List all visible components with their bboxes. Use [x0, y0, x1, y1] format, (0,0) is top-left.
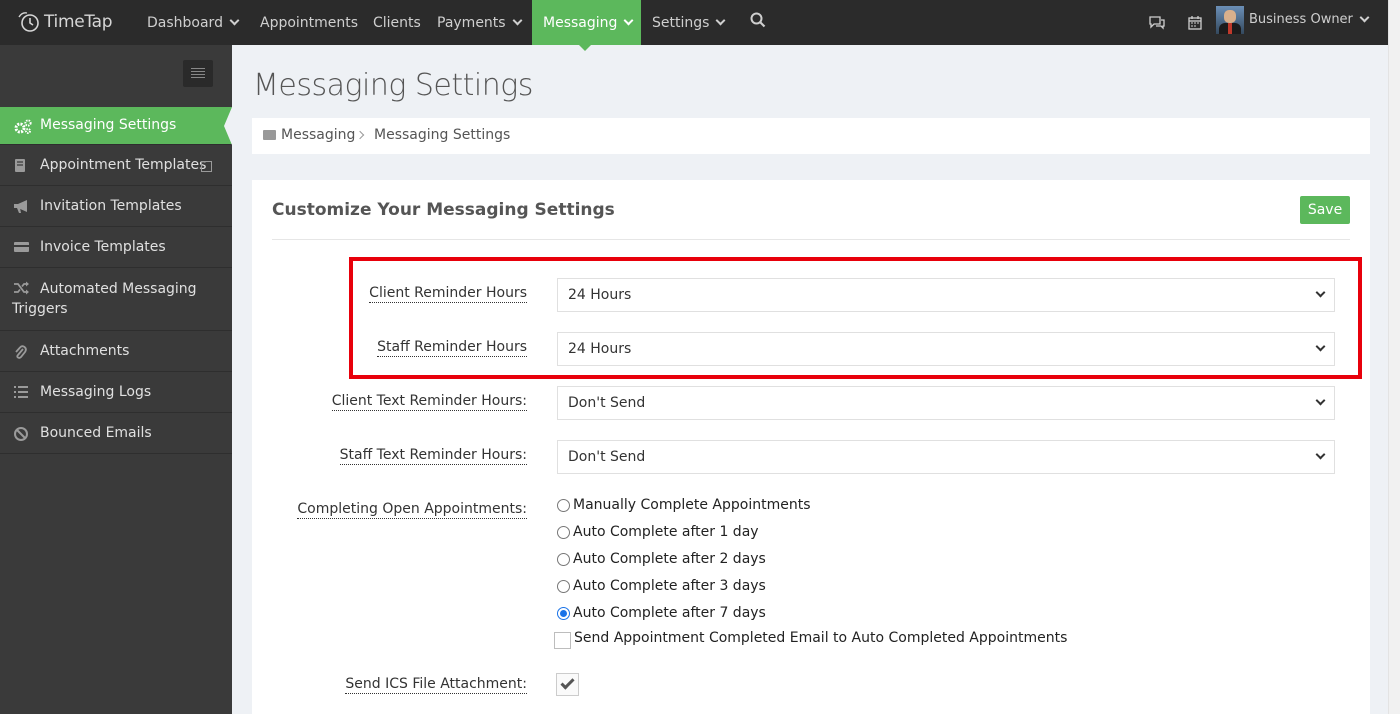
sidebar-item-label: Appointment Templates	[40, 157, 207, 173]
radio-button[interactable]	[557, 499, 570, 512]
sidebar-item-automated-messaging-triggers[interactable]: Automated Messaging Triggers	[0, 269, 232, 331]
sidebar-item-bounced-emails[interactable]: Bounced Emails	[0, 414, 232, 454]
sidebar: Messaging Settings Appointment Templates…	[0, 45, 232, 714]
nav-settings[interactable]: Settings	[652, 0, 726, 45]
save-button[interactable]: Save	[1300, 196, 1350, 224]
select-value: Don't Send	[568, 449, 646, 465]
list-icon	[13, 385, 31, 401]
radio-button[interactable]	[557, 553, 570, 566]
logo-text: TimeTap	[44, 12, 113, 32]
checkmark-icon	[560, 675, 575, 690]
sidebar-item-label: Invoice Templates	[40, 239, 166, 255]
paperclip-icon	[13, 344, 31, 360]
chevron-down-icon	[512, 15, 523, 26]
sidebar-item-label: Invitation Templates	[40, 198, 182, 214]
nav-clients-label: Clients	[373, 14, 421, 31]
radio-button[interactable]	[557, 526, 570, 539]
radio-label: Auto Complete after 3 days	[573, 578, 766, 594]
nav-clients[interactable]: Clients	[373, 0, 421, 45]
sidebar-item-label: Messaging Settings	[40, 117, 177, 133]
completing-open-appointments-label: Completing Open Appointments:	[297, 501, 527, 519]
page-scrollbar[interactable]	[1388, 0, 1400, 714]
nav-payments[interactable]: Payments	[437, 0, 523, 45]
chevron-down-icon	[1315, 449, 1326, 460]
sidebar-item-appointment-templates[interactable]: Appointment Templates	[0, 146, 232, 186]
top-navbar: TimeTap Dashboard Appointments Clients P…	[0, 0, 1388, 51]
credit-card-icon	[13, 240, 31, 256]
chevron-down-icon	[623, 15, 634, 26]
calendar-icon[interactable]	[1188, 15, 1202, 34]
nav-messaging-label: Messaging	[543, 14, 618, 31]
highlight-box	[349, 257, 1362, 379]
nav-appointments[interactable]: Appointments	[260, 0, 358, 45]
nav-messaging[interactable]: Messaging	[532, 0, 641, 45]
sidebar-item-attachments[interactable]: Attachments	[0, 332, 232, 372]
sidebar-item-label: Automated Messaging Triggers	[12, 281, 197, 317]
sidebar-toggle-button[interactable]	[183, 60, 213, 87]
staff-text-reminder-hours-select[interactable]: Don't Send	[557, 440, 1335, 474]
chevron-down-icon	[229, 15, 240, 26]
staff-text-reminder-hours-label: Staff Text Reminder Hours:	[339, 447, 527, 465]
divider	[272, 239, 1350, 240]
bullhorn-icon	[13, 199, 31, 215]
radio-label: Manually Complete Appointments	[573, 497, 811, 513]
sidebar-item-label: Bounced Emails	[40, 425, 152, 441]
nav-dashboard[interactable]: Dashboard	[147, 0, 240, 45]
radio-label: Auto Complete after 1 day	[573, 524, 759, 540]
ban-icon	[13, 426, 31, 442]
cogs-icon	[13, 119, 32, 135]
nav-settings-label: Settings	[652, 14, 710, 31]
square-icon	[201, 161, 212, 172]
sidebar-item-messaging-settings[interactable]: Messaging Settings	[0, 107, 232, 145]
chevron-down-icon	[1315, 395, 1326, 406]
select-value: Don't Send	[568, 395, 646, 411]
send-ics-file-attachment-checkbox[interactable]	[556, 673, 579, 696]
radio-label: Auto Complete after 7 days	[573, 605, 766, 621]
breadcrumb-messaging-link[interactable]: Messaging	[281, 127, 355, 143]
search-icon[interactable]	[750, 12, 766, 32]
avatar[interactable]	[1216, 6, 1244, 34]
chat-icon[interactable]	[1148, 15, 1166, 34]
clock-logo-icon	[18, 12, 39, 32]
radio-label: Auto Complete after 2 days	[573, 551, 766, 567]
chevron-down-icon	[715, 15, 726, 26]
nav-dashboard-label: Dashboard	[147, 14, 223, 31]
send-completed-email-checkbox[interactable]	[554, 632, 571, 649]
user-menu[interactable]: Business Owner	[1249, 0, 1370, 42]
send-completed-email-label: Send Appointment Completed Email to Auto…	[574, 630, 1068, 646]
radio-button[interactable]	[557, 580, 570, 593]
active-nav-caret	[579, 45, 591, 51]
breadcrumb-current: Messaging Settings	[374, 127, 511, 143]
sidebar-item-invitation-templates[interactable]: Invitation Templates	[0, 187, 232, 227]
page-title: Messaging Settings	[253, 68, 533, 103]
client-text-reminder-hours-label: Client Text Reminder Hours:	[331, 393, 527, 411]
sidebar-item-messaging-logs[interactable]: Messaging Logs	[0, 373, 232, 413]
user-name: Business Owner	[1249, 12, 1353, 27]
book-icon	[13, 158, 31, 174]
client-text-reminder-hours-select[interactable]: Don't Send	[557, 386, 1335, 420]
envelope-icon	[263, 130, 276, 140]
send-ics-file-attachment-label: Send ICS File Attachment:	[345, 676, 527, 694]
breadcrumb: Messaging Messaging Settings	[252, 118, 1370, 154]
chevron-down-icon	[1359, 12, 1370, 23]
timetap-logo[interactable]: TimeTap	[16, 6, 113, 38]
radio-button-selected[interactable]	[557, 607, 570, 620]
chevron-right-icon	[355, 130, 365, 140]
sidebar-item-label: Messaging Logs	[40, 384, 152, 400]
panel-title: Customize Your Messaging Settings	[272, 200, 615, 220]
active-indicator	[224, 107, 232, 145]
sidebar-item-label: Attachments	[40, 343, 130, 359]
nav-payments-label: Payments	[437, 14, 506, 31]
sidebar-item-invoice-templates[interactable]: Invoice Templates	[0, 228, 232, 268]
nav-appointments-label: Appointments	[260, 14, 359, 31]
